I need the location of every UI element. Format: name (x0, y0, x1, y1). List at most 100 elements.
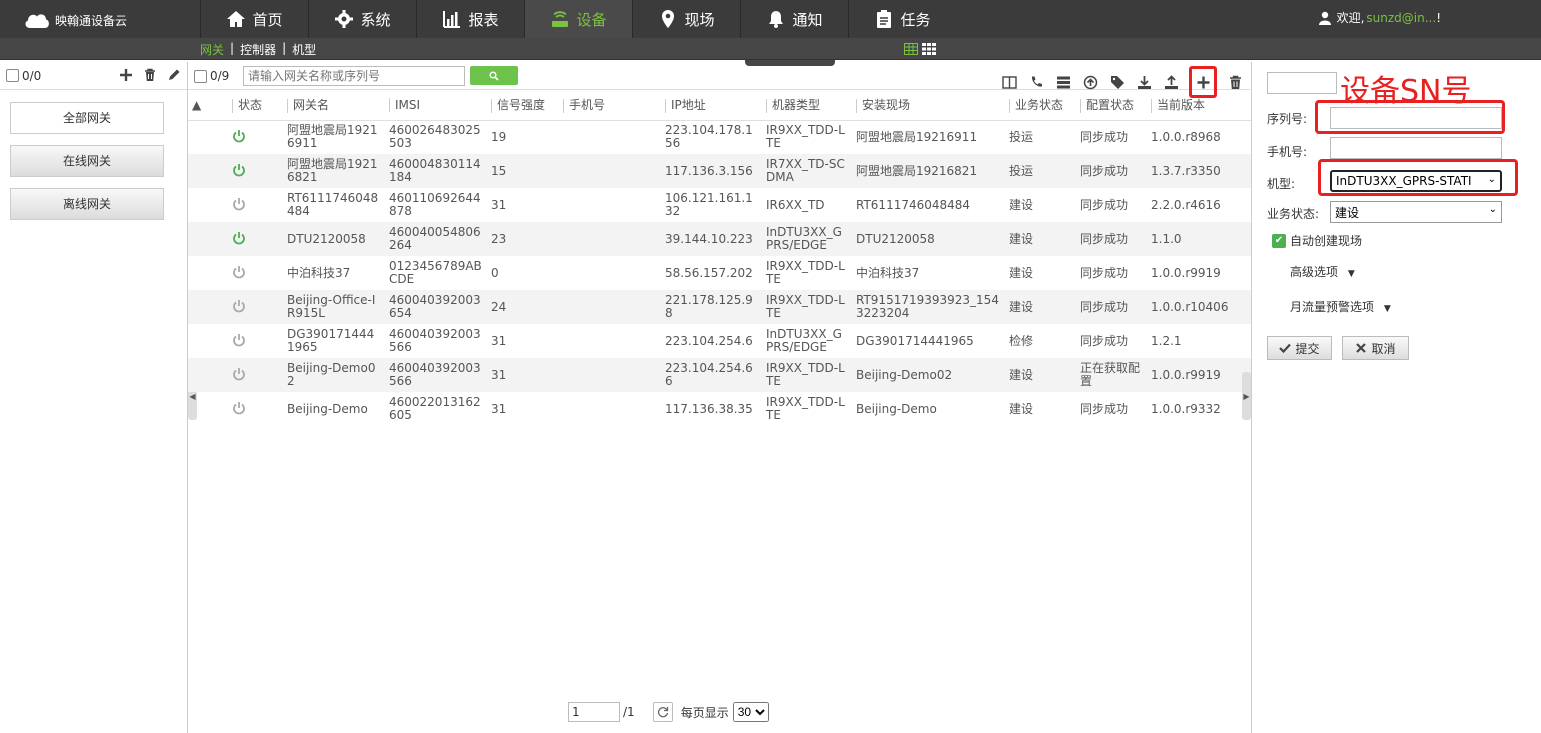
edit-icon[interactable] (167, 68, 181, 82)
cell-biz-status: 投运 (1009, 129, 1034, 144)
col-phone[interactable]: 手机号 (559, 90, 661, 121)
cell-status (228, 358, 283, 392)
phone-input[interactable] (1330, 137, 1502, 159)
app-logo[interactable]: 映翰通设备云 (24, 9, 127, 31)
page-number-input[interactable] (568, 702, 620, 722)
phone-button[interactable] (1027, 73, 1045, 91)
cell-name: Beijing-Demo02 (283, 358, 385, 392)
table-row[interactable]: Beijing-Demo 460022013162605 31 117.136.38.… (188, 392, 1252, 426)
user-menu[interactable]: 欢迎, sunzd@in... ! (1318, 9, 1441, 26)
table-row[interactable]: 中泊科技37 0123456789ABCDE 0 58.56.157.202 IR9XX… (188, 256, 1252, 290)
table-row[interactable]: DTU2120058 460040054806264 23 39.144.10.223… (188, 222, 1252, 256)
page-total: /1 (623, 705, 635, 719)
user-greeting: 欢迎, (1336, 11, 1365, 25)
col-name[interactable]: 网关名 (283, 90, 385, 121)
trash-icon[interactable] (143, 68, 157, 82)
cell-site: 中泊科技37 (856, 265, 920, 280)
nav-item-6[interactable]: 任务 (848, 0, 956, 38)
home-icon (227, 11, 246, 27)
cell-phone (559, 256, 661, 290)
power-icon (233, 401, 245, 414)
close-icon (1356, 343, 1367, 353)
cell-ip: 117.136.38.35 (665, 401, 753, 416)
search-icon (489, 70, 499, 81)
cell-version: 1.0.0.r9919 (1151, 265, 1221, 280)
delete-gateway-button[interactable] (1226, 73, 1244, 91)
cell-name: 阿盟地震局19216911 (287, 123, 378, 151)
collapse-right-handle[interactable]: ▶ (1242, 372, 1251, 420)
offline-gateways-button[interactable]: 离线网关 (10, 188, 164, 220)
col-site[interactable]: 安装现场 (852, 90, 1005, 121)
col-signal[interactable]: 信号强度 (487, 90, 559, 121)
col-model[interactable]: 机器类型 (762, 90, 852, 121)
select-all-rows-checkbox[interactable] (194, 69, 207, 83)
cell-select (188, 256, 228, 290)
chart-icon (443, 11, 461, 28)
auto-create-site[interactable]: ✔ 自动创建现场 (1272, 232, 1362, 249)
table-row[interactable]: 阿盟地震局19216911 460026483025503 19 223.104.17… (188, 120, 1252, 154)
advanced-options-toggle[interactable]: 高级选项 ▼ (1290, 263, 1355, 280)
serial-label: 序列号: (1267, 112, 1308, 126)
table-row[interactable]: 阿盟地震局19216821 460004830114184 15 117.136.3.… (188, 154, 1252, 188)
table-row[interactable]: Beijing-Office-IR915L 460040392003654 24 22… (188, 290, 1252, 324)
table-row[interactable]: DG3901714441965 460040392003566 31 223.104.… (188, 324, 1252, 358)
cell-ip: 58.56.157.202 (665, 265, 753, 280)
search-button[interactable] (470, 66, 518, 85)
table-view-icon[interactable] (904, 42, 918, 56)
name-input[interactable] (1267, 72, 1337, 94)
cancel-button[interactable]: 取消 (1342, 336, 1409, 360)
submit-button[interactable]: 提交 (1267, 336, 1332, 360)
top-navbar: 映翰通设备云 首页 系统 报表 设备 现场 通知 任务 欢迎, sunzd@in... ! (0, 0, 1541, 38)
server-button[interactable] (1054, 73, 1072, 91)
cell-site: DTU2120058 (852, 222, 1005, 256)
col-imsi[interactable]: IMSI (385, 90, 487, 121)
nav-item-1[interactable]: 系统 (308, 0, 416, 38)
col-ip[interactable]: IP地址 (661, 90, 762, 121)
nav-item-0[interactable]: 首页 (200, 0, 308, 38)
select-all-checkbox[interactable] (6, 69, 19, 82)
cell-status (228, 392, 283, 426)
cell-select (188, 392, 228, 426)
traffic-alert-toggle[interactable]: 月流量预警选项 ▼ (1290, 298, 1391, 315)
cell-select (188, 290, 228, 324)
sort-arrow[interactable]: ▲ (188, 90, 228, 121)
nav-item-5[interactable]: 通知 (740, 0, 848, 38)
all-gateways-button[interactable]: 全部网关 (10, 102, 164, 134)
search-input[interactable] (243, 66, 465, 86)
app-title: 映翰通设备云 (55, 13, 128, 28)
import-button[interactable] (1135, 73, 1153, 91)
biz-status-select[interactable]: 建设 ⌄ (1330, 201, 1502, 223)
add-gateway-button[interactable] (1189, 66, 1217, 98)
nav-item-2[interactable]: 报表 (416, 0, 524, 38)
nav-item-3[interactable]: 设备 (524, 0, 632, 38)
subnav-gateway[interactable]: 网关 (200, 41, 224, 58)
export-button[interactable] (1162, 73, 1180, 91)
cell-model: IR6XX_TD (766, 197, 825, 212)
user-icon (1318, 11, 1331, 25)
subnav-model[interactable]: 机型 (292, 41, 316, 58)
serial-highlight (1315, 100, 1505, 134)
auto-create-checkbox[interactable]: ✔ (1272, 233, 1286, 248)
map-pin-icon (662, 10, 675, 28)
add-icon (1197, 76, 1209, 88)
table-row[interactable]: Beijing-Demo02 460040392003566 31 223.104.2… (188, 358, 1252, 392)
model-highlight (1318, 159, 1518, 196)
upgrade-button[interactable] (1081, 73, 1099, 91)
bell-icon (769, 11, 784, 28)
cell-ip: 117.136.3.156 (661, 154, 762, 188)
subnav-separator: | (282, 41, 287, 55)
col-status[interactable]: 状态 (228, 90, 283, 121)
add-gateway-form: 设备SN号 序列号: 手机号: 机型: InDTU3XX_GPRS-STATI ⌄… (1251, 62, 1541, 733)
table-row[interactable]: RT6111746048484 460110692644878 31 106.121.… (188, 188, 1252, 222)
nav-item-4[interactable]: 现场 (632, 0, 740, 38)
grid-view-icon[interactable] (922, 42, 936, 56)
tag-button[interactable] (1108, 73, 1126, 91)
add-icon[interactable] (119, 68, 133, 82)
per-page-select[interactable]: 30 (732, 702, 769, 722)
subnav-controller[interactable]: 控制器 (240, 41, 276, 58)
cell-site: Beijing-Demo (856, 401, 937, 416)
refresh-button[interactable] (652, 702, 673, 722)
columns-button[interactable] (1000, 73, 1018, 91)
clipboard-icon (877, 10, 892, 28)
online-gateways-button[interactable]: 在线网关 (10, 145, 164, 177)
